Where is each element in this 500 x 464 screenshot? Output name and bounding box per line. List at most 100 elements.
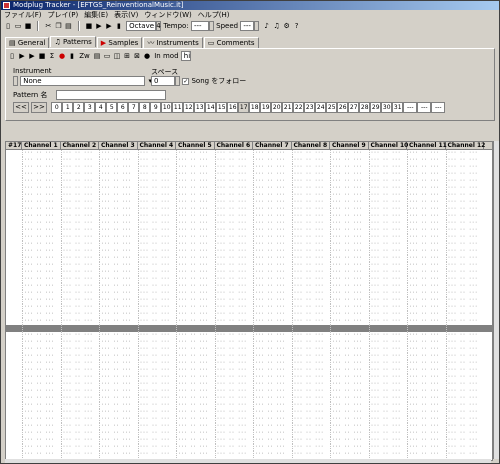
pattern-cell[interactable]: ··· ·· ··· (22, 150, 62, 157)
vertical-scrollbar[interactable] (493, 141, 499, 459)
speed-field[interactable]: --- (240, 21, 255, 31)
pattern-cell[interactable]: ··· ·· ··· (330, 409, 370, 416)
pattern-cell[interactable]: ··· ·· ··· (214, 248, 255, 255)
pattern-cell[interactable]: ··· ·· ··· (407, 367, 447, 374)
pattern-cell[interactable]: ··· ·· ··· (253, 423, 293, 430)
pattern-cell[interactable]: ··· ·· ··· (176, 325, 216, 332)
pattern-cell[interactable]: ··· ·· ··· (99, 185, 139, 192)
pattern-cell[interactable]: ··· ·· ··· (330, 423, 370, 430)
pattern-cell[interactable]: ··· ·· ··· (22, 262, 62, 269)
pattern-cell[interactable]: ··· ·· ··· (176, 297, 216, 304)
pattern-cell[interactable]: ··· ·· ··· (291, 402, 332, 409)
pattern-cell[interactable]: ··· ·· ··· (214, 185, 255, 192)
pattern-cell[interactable]: ··· ·· ··· (445, 360, 486, 367)
pattern-cell[interactable]: ··· ·· ··· (176, 178, 216, 185)
pattern-cell[interactable]: ··· ·· ··· (291, 451, 332, 458)
pattern-cell[interactable]: ··· ·· ··· (137, 234, 178, 241)
pattern-cell[interactable]: ··· ·· ··· (137, 220, 178, 227)
pattern-row[interactable]: ··· ·· ··· ··· ·· ··· ··· ·· ··· ··· ·· ···… (6, 437, 492, 444)
pattern-cell[interactable]: ··· ·· ··· (253, 234, 293, 241)
pattern-cell[interactable]: ··· ·· ··· (407, 332, 447, 339)
pattern-cell[interactable]: ··· ·· ··· (214, 437, 255, 444)
pattern-cell[interactable]: ··· ·· ··· (291, 241, 332, 248)
pattern-cell[interactable]: ··· ·· ··· (214, 220, 255, 227)
pattern-cell[interactable]: ··· ·· ··· (60, 248, 101, 255)
pattern-cell[interactable]: ··· ·· ··· (368, 430, 409, 437)
order-cell[interactable]: 8 (139, 102, 151, 113)
pattern-cell[interactable]: ··· ·· ··· (137, 171, 178, 178)
pattern-cell[interactable]: ··· ·· ··· (407, 388, 447, 395)
pattern-cell[interactable]: ··· ·· ··· (368, 360, 409, 367)
pattern-cell[interactable]: ··· ·· ··· (330, 360, 370, 367)
pattern-cell[interactable]: ··· ·· ··· (253, 346, 293, 353)
pattern-cell[interactable]: ··· ·· ··· (291, 437, 332, 444)
pattern-row[interactable]: ··· ·· ··· ··· ·· ··· ··· ·· ··· ··· ·· ···… (6, 451, 492, 458)
pattern-cell[interactable]: ··· ·· ··· (407, 325, 447, 332)
pattern-cell[interactable]: ··· ·· ··· (253, 269, 293, 276)
pattern-cell[interactable]: ··· ·· ··· (291, 192, 332, 199)
menu-file[interactable]: ファイル(F) (1, 10, 45, 20)
pattern-cell[interactable]: ··· ·· ··· (60, 304, 101, 311)
pattern-cell[interactable]: ··· ·· ··· (22, 269, 62, 276)
pattern-cell[interactable]: ··· ·· ··· (407, 213, 447, 220)
pattern-cell[interactable]: ··· ·· ··· (176, 346, 216, 353)
pattern-cell[interactable]: ··· ·· ··· (214, 192, 255, 199)
pattern-cell[interactable]: ··· ·· ··· (253, 157, 293, 164)
menu-edit[interactable]: 編集(E) (81, 10, 111, 20)
pattern-cell[interactable]: ··· ·· ··· (445, 150, 486, 157)
pattern-cell[interactable]: ··· ·· ··· (445, 157, 486, 164)
pattern-cell[interactable]: ··· ·· ··· (291, 164, 332, 171)
pattern-cell[interactable]: ··· ·· ··· (445, 388, 486, 395)
order-cell[interactable]: 24 (315, 102, 327, 113)
pattern-cell[interactable]: ··· ·· ··· (214, 297, 255, 304)
pattern-cell[interactable]: ··· ·· ··· (368, 171, 409, 178)
order-cell[interactable]: 17 (238, 102, 250, 113)
pattern-cell[interactable]: ··· ·· ··· (60, 353, 101, 360)
pattern-cell[interactable]: ··· ·· ··· (368, 185, 409, 192)
pattern-cell[interactable]: ··· ·· ··· (176, 255, 216, 262)
pattern-cell[interactable]: ··· ·· ··· (137, 346, 178, 353)
pattern-cell[interactable]: ··· ·· ··· (176, 332, 216, 339)
pattern-cell[interactable]: ··· ·· ··· (291, 213, 332, 220)
pattern-cell[interactable]: ··· ·· ··· (291, 220, 332, 227)
pattern-cell[interactable]: ··· ·· ··· (330, 157, 370, 164)
pattern-cell[interactable]: ··· ·· ··· (330, 192, 370, 199)
channel-header[interactable]: Channel 8 (292, 142, 330, 149)
pattern-row[interactable]: ··· ·· ··· ··· ·· ··· ··· ·· ··· ··· ·· ···… (6, 171, 492, 178)
pattern-cell[interactable]: ··· ·· ··· (214, 367, 255, 374)
stop-icon[interactable]: ■ (37, 51, 47, 61)
pattern-cell[interactable]: ··· ·· ··· (99, 304, 139, 311)
pattern-cell[interactable]: ··· ·· ··· (214, 164, 255, 171)
pattern-cell[interactable]: ··· ·· ··· (330, 318, 370, 325)
menu-help[interactable]: ヘルプ(H) (195, 10, 233, 20)
instrument-icon[interactable]: ♫ (272, 21, 282, 31)
pattern-cell[interactable]: ··· ·· ··· (60, 430, 101, 437)
pattern-cell[interactable]: ··· ·· ··· (330, 304, 370, 311)
pattern-cell[interactable]: ··· ·· ··· (291, 423, 332, 430)
pattern-cell[interactable]: ··· ·· ··· (22, 388, 62, 395)
pattern-cell[interactable]: ··· ·· ··· (407, 248, 447, 255)
pattern-cell[interactable]: ··· ·· ··· (214, 241, 255, 248)
pattern-row[interactable]: ··· ·· ··· ··· ·· ··· ··· ·· ··· ··· ·· ···… (6, 339, 492, 346)
pattern-cell[interactable]: ··· ·· ··· (176, 367, 216, 374)
channel-header[interactable]: Channel 12 (446, 142, 485, 149)
pattern-cell[interactable]: ··· ·· ··· (99, 241, 139, 248)
new-file-icon[interactable]: ▯ (3, 21, 13, 31)
pattern-cell[interactable]: ··· ·· ··· (137, 269, 178, 276)
order-cell[interactable]: 0 (51, 102, 63, 113)
pattern-cell[interactable]: ··· ·· ··· (22, 283, 62, 290)
pattern-row[interactable]: ··· ·· ··· ··· ·· ··· ··· ·· ··· ··· ·· ···… (6, 402, 492, 409)
record-icon[interactable]: ● (57, 51, 67, 61)
pattern-cell[interactable]: ··· ·· ··· (368, 192, 409, 199)
order-cell[interactable]: 18 (249, 102, 261, 113)
pattern-cell[interactable]: ··· ·· ··· (445, 409, 486, 416)
order-cell[interactable]: 1 (62, 102, 74, 113)
pattern-cell[interactable]: ··· ·· ··· (368, 311, 409, 318)
pattern-cell[interactable]: ··· ·· ··· (99, 150, 139, 157)
order-cell[interactable]: 28 (359, 102, 371, 113)
pattern-cell[interactable]: ··· ·· ··· (176, 388, 216, 395)
pattern-cell[interactable]: ··· ·· ··· (407, 374, 447, 381)
pattern-cell[interactable]: ··· ·· ··· (330, 227, 370, 234)
pattern-cell[interactable]: ··· ·· ··· (368, 269, 409, 276)
pattern-cell[interactable]: ··· ·· ··· (214, 304, 255, 311)
